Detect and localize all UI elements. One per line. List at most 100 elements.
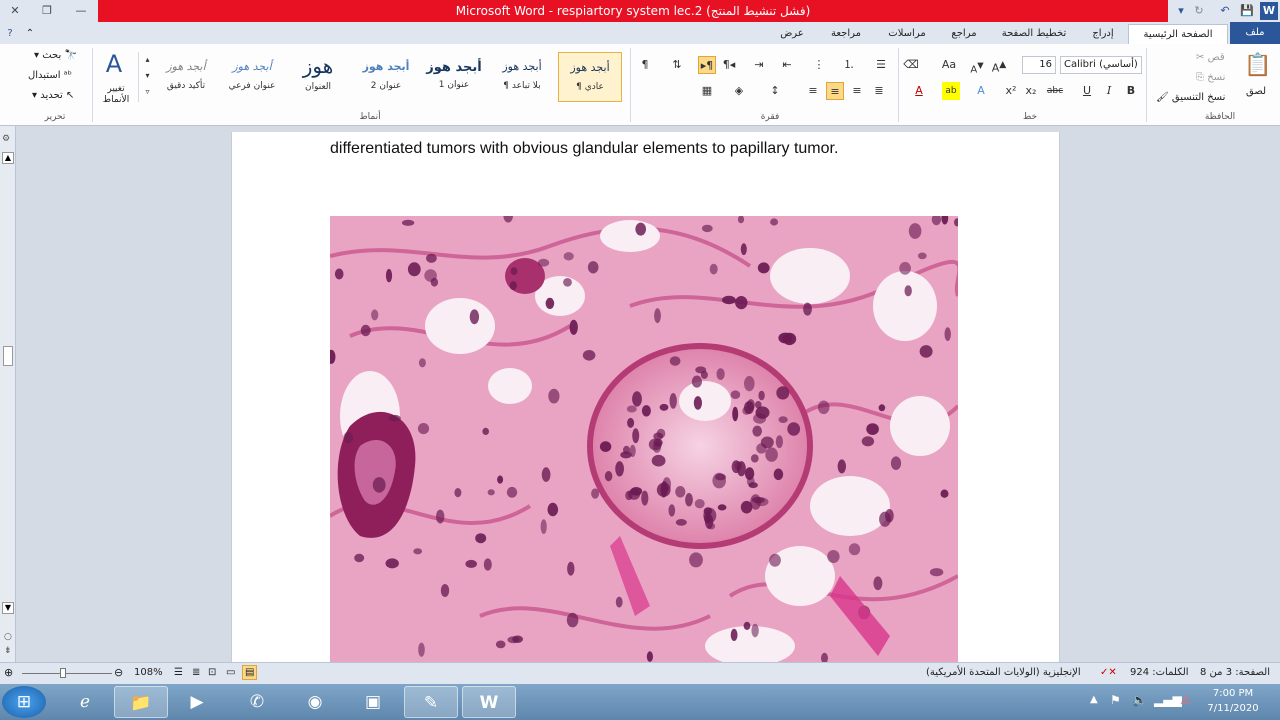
tab-file[interactable]: ملف: [1230, 22, 1280, 44]
find-button[interactable]: ▾ بحث 🔭: [34, 50, 77, 61]
style-no-spacing[interactable]: أبجد هوز ¶ بلا تباعد: [490, 52, 554, 102]
redo-icon[interactable]: ↻: [1190, 2, 1208, 20]
select-button[interactable]: ▾ تحديد ↖: [32, 90, 74, 101]
notepad-icon[interactable]: ✎: [404, 686, 458, 718]
sort-icon[interactable]: ⇅: [668, 56, 686, 74]
tab-home[interactable]: الصفحة الرئيسية: [1128, 24, 1228, 44]
browse-object-icon[interactable]: ○: [4, 632, 12, 642]
web-layout-icon[interactable]: ⊡: [208, 667, 216, 678]
print-layout-icon[interactable]: ▤: [242, 665, 258, 680]
change-styles-button[interactable]: تغيير الأنماط: [96, 84, 136, 106]
clock-time[interactable]: 7:00 PM: [1208, 688, 1258, 699]
paste-icon[interactable]: 📋: [1244, 50, 1272, 82]
style-heading-1[interactable]: أبجد هوز عنوان 1: [422, 52, 486, 102]
zoom-out-icon[interactable]: ⊖: [114, 666, 123, 679]
style-title[interactable]: هوز العنوان: [286, 52, 350, 102]
grow-font-icon[interactable]: A▲: [990, 56, 1008, 75]
language-status[interactable]: الإنجليزية (الولايات المتحدة الأمريكية): [926, 667, 1081, 678]
clock-date[interactable]: 7/11/2020: [1206, 703, 1260, 714]
bullets-icon[interactable]: ☰: [872, 56, 890, 74]
histology-image[interactable]: [330, 216, 958, 662]
paste-button[interactable]: لصق: [1246, 86, 1266, 97]
file-explorer-icon[interactable]: 📁: [114, 686, 168, 718]
tray-expand-icon[interactable]: ▲: [1090, 694, 1098, 705]
font-name-select[interactable]: Calibri (أساسي): [1060, 56, 1142, 74]
word-count[interactable]: الكلمات: 924: [1130, 667, 1189, 678]
replace-button[interactable]: استبدال ᵃᵇ: [28, 70, 72, 81]
italic-icon[interactable]: I: [1100, 82, 1118, 100]
rtl-direction-icon[interactable]: ¶◂: [720, 56, 738, 74]
document-text-line[interactable]: differentiated tumors with obvious gland…: [330, 140, 838, 158]
numbering-icon[interactable]: ⒈: [840, 56, 858, 74]
close-icon[interactable]: ✕: [6, 3, 24, 19]
page-number[interactable]: الصفحة: 3 من 8: [1200, 667, 1270, 678]
align-right-icon[interactable]: ≡: [848, 82, 866, 100]
scroll-thumb[interactable]: [3, 346, 13, 366]
shrink-font-icon[interactable]: A▼: [968, 56, 986, 75]
align-left-icon[interactable]: ≡: [804, 82, 822, 100]
multilevel-list-icon[interactable]: ⋮: [810, 56, 828, 74]
styles-scroll-icon[interactable]: ▴ ▾ ▿: [138, 52, 156, 102]
tab-references[interactable]: مراجع: [940, 24, 988, 44]
proofing-icon[interactable]: ✓✕: [1100, 667, 1117, 678]
chrome-icon[interactable]: ◉: [288, 686, 342, 718]
undo-icon[interactable]: ↶: [1216, 2, 1234, 20]
font-color-icon[interactable]: A: [910, 82, 928, 100]
change-styles-icon[interactable]: A: [100, 50, 128, 78]
increase-indent-icon[interactable]: ⇥: [750, 56, 768, 74]
next-page-icon[interactable]: ⇟: [4, 646, 12, 656]
ltr-direction-icon[interactable]: ▸¶: [698, 56, 716, 74]
customize-qat-icon[interactable]: ▾: [1172, 2, 1190, 20]
draft-view-icon[interactable]: ☰: [174, 667, 183, 678]
action-center-icon[interactable]: ⚑: [1110, 693, 1121, 707]
superscript-icon[interactable]: x²: [1002, 82, 1020, 100]
internet-explorer-icon[interactable]: ℯ: [58, 686, 112, 718]
clear-formatting-icon[interactable]: ⌫: [902, 56, 920, 74]
strikethrough-icon[interactable]: abc: [1046, 82, 1064, 100]
tab-insert[interactable]: إدراج: [1080, 24, 1126, 44]
network-icon[interactable]: ▂▄▆: [1154, 693, 1182, 707]
line-spacing-icon[interactable]: ↕: [766, 82, 784, 100]
outline-view-icon[interactable]: ≣: [192, 667, 200, 678]
volume-icon[interactable]: 🔈: [1132, 693, 1147, 707]
zoom-app-icon[interactable]: ▣: [346, 686, 400, 718]
zoom-in-icon[interactable]: ⊕: [4, 666, 13, 679]
bold-icon[interactable]: B: [1122, 82, 1140, 100]
cut-button[interactable]: ✂ قص: [1196, 52, 1225, 63]
ruler-toggle-icon[interactable]: ⚙: [2, 134, 10, 144]
full-screen-reading-icon[interactable]: ▭: [226, 667, 235, 678]
start-button[interactable]: ⊞: [2, 686, 46, 718]
align-center-icon[interactable]: ≡: [826, 82, 844, 100]
tab-review[interactable]: مراجعة: [818, 24, 874, 44]
change-case-icon[interactable]: Aa: [940, 56, 958, 74]
subscript-icon[interactable]: x₂: [1022, 82, 1040, 100]
zoom-slider-thumb[interactable]: [60, 668, 66, 678]
scroll-down-icon[interactable]: ▼: [2, 602, 14, 614]
justify-icon[interactable]: ≣: [870, 82, 888, 100]
viber-icon[interactable]: ✆: [230, 686, 284, 718]
zoom-slider[interactable]: [22, 673, 112, 674]
underline-icon[interactable]: U: [1078, 82, 1096, 100]
show-marks-icon[interactable]: ¶: [636, 56, 654, 74]
collapse-ribbon-icon[interactable]: ⌃: [22, 24, 38, 44]
font-size-select[interactable]: 16: [1022, 56, 1056, 74]
highlight-icon[interactable]: ab: [942, 82, 960, 100]
save-icon[interactable]: 💾: [1238, 2, 1256, 20]
media-player-icon[interactable]: ▶: [170, 686, 224, 718]
format-painter-button[interactable]: 🖌 نسخ التنسيق: [1156, 92, 1225, 103]
style-heading-2[interactable]: أبجد هوز عنوان 2: [354, 52, 418, 102]
vertical-ruler[interactable]: ⚙ ▲ ▼ ○ ⇟: [0, 126, 16, 662]
scroll-up-icon[interactable]: ▲: [2, 152, 14, 164]
borders-icon[interactable]: ▦: [698, 82, 716, 100]
word-taskbar-icon[interactable]: W: [462, 686, 516, 718]
power-icon[interactable]: ⚠: [1180, 693, 1191, 707]
help-icon[interactable]: ?: [2, 24, 18, 44]
style-subtle-emphasis[interactable]: أبجد هوز تأكيد دقيق: [154, 52, 218, 102]
restore-icon[interactable]: ❐: [38, 3, 56, 19]
style-normal[interactable]: أبجد هوز ¶ عادي: [558, 52, 622, 102]
word-app-icon[interactable]: W: [1260, 2, 1278, 20]
text-effects-icon[interactable]: A: [972, 82, 990, 100]
zoom-level[interactable]: 108%: [134, 667, 163, 678]
decrease-indent-icon[interactable]: ⇤: [778, 56, 796, 74]
minimize-icon[interactable]: —: [72, 3, 90, 19]
